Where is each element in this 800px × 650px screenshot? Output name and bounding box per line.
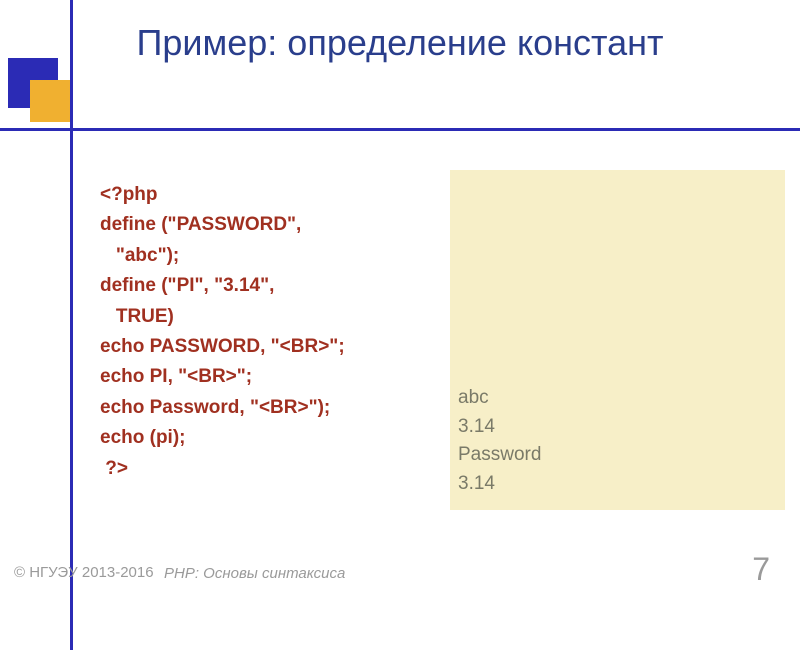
vertical-bar — [70, 0, 73, 650]
code-line: echo (pi); — [100, 427, 186, 448]
code-line: define ("PI", "3.14", — [100, 275, 274, 296]
slide-footer: © НГУЭУ 2013-2016 PHP: Основы синтаксиса… — [14, 563, 780, 583]
yellow-square — [30, 80, 72, 122]
code-block: <?php define ("PASSWORD", "abc"); define… — [100, 180, 345, 484]
code-line: echo Password, "<BR>"); — [100, 397, 330, 418]
code-line: "abc"); — [100, 245, 179, 266]
page-number: 7 — [752, 551, 770, 588]
code-line: echo PASSWORD, "<BR>"; — [100, 336, 345, 357]
content-area: <?php define ("PASSWORD", "abc"); define… — [100, 180, 680, 484]
slide-title: Пример: определение констант — [0, 20, 800, 67]
code-line: TRUE) — [100, 306, 174, 327]
code-line: echo PI, "<BR>"; — [100, 366, 252, 387]
code-line: define ("PASSWORD", — [100, 214, 301, 235]
footer-subtitle: PHP: Основы синтаксиса — [164, 565, 345, 582]
footer-copyright: © НГУЭУ 2013-2016 — [14, 563, 159, 583]
code-line: <?php — [100, 184, 158, 205]
code-line: ?> — [100, 458, 128, 479]
horizontal-bar — [0, 128, 800, 131]
